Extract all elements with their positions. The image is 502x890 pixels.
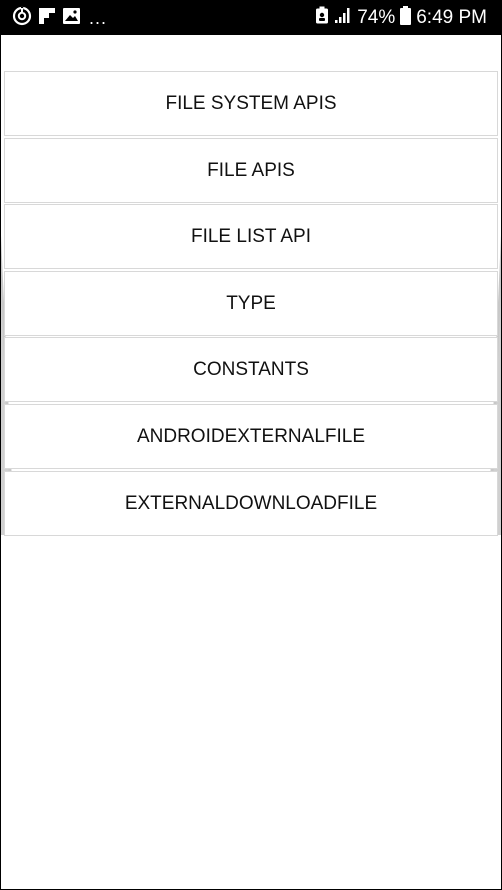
app-frame: ... 74% 6:49 PM FILE SYSTEM APIS FILE AP…	[0, 0, 502, 890]
menu-item-file-system-apis[interactable]: FILE SYSTEM APIS	[4, 71, 498, 136]
menu-item-label: ANDROIDEXTERNALFILE	[136, 425, 366, 447]
signal-strength-icon	[334, 6, 352, 30]
menu-item-label: FILE LIST API	[190, 225, 312, 247]
battery-percent: 74%	[357, 7, 396, 28]
status-bar: ... 74% 6:49 PM	[1, 1, 501, 35]
more-notifications-indicator: ...	[89, 7, 108, 28]
battery-icon	[400, 5, 412, 31]
menu-item-label: FILE APIS	[207, 159, 295, 181]
menu-item-externaldownloadfile[interactable]: EXTERNALDOWNLOADFILE	[4, 471, 498, 536]
menu-item-file-list-api[interactable]: FILE LIST API	[4, 204, 498, 269]
menu-item-label: FILE SYSTEM APIS	[165, 92, 337, 114]
system-status-area: 74% 6:49 PM	[315, 1, 487, 35]
menu-item-label: TYPE	[226, 292, 276, 314]
sync-icon	[12, 6, 32, 31]
clock: 6:49 PM	[416, 7, 487, 28]
battery-saver-icon	[315, 6, 329, 30]
menu-item-type[interactable]: TYPE	[4, 271, 498, 336]
menu-item-constants[interactable]: CONSTANTS	[4, 337, 498, 402]
menu-item-label: EXTERNALDOWNLOADFILE	[124, 492, 378, 514]
menu-item-androidexternalfile[interactable]: ANDROIDEXTERNALFILE	[4, 404, 498, 469]
notification-area: ...	[12, 1, 107, 35]
menu-item-file-apis[interactable]: FILE APIS	[4, 138, 498, 203]
menu-item-label: CONSTANTS	[193, 358, 309, 380]
flipboard-icon	[38, 7, 56, 30]
gallery-icon	[62, 7, 81, 30]
